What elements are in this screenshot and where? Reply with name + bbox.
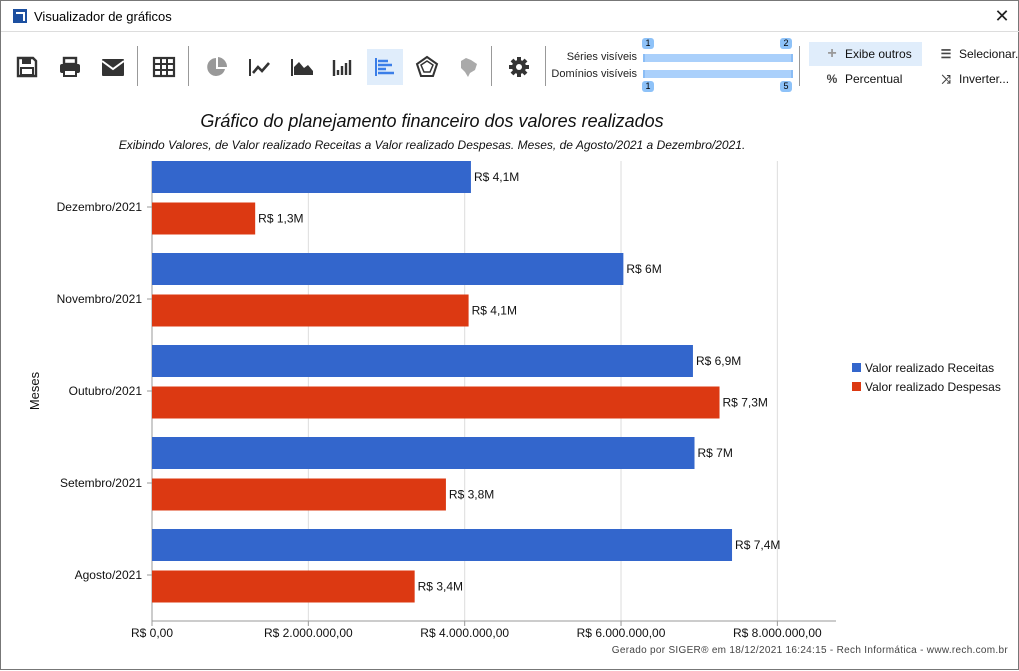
- category-label: Outubro/2021: [69, 384, 143, 398]
- data-label: R$ 7,4M: [735, 538, 780, 552]
- footer-text: Gerado por SIGER® em 18/12/2021 16:24:15…: [611, 645, 1008, 656]
- legend-label: Valor realizado Receitas: [865, 361, 994, 375]
- x-tick-label: R$ 2.000.000,00: [264, 626, 353, 640]
- bar[interactable]: [152, 253, 624, 285]
- data-label: R$ 4,1M: [474, 170, 519, 184]
- data-label: R$ 4,1M: [472, 304, 517, 318]
- legend-swatch: [852, 382, 861, 391]
- bar[interactable]: [152, 161, 471, 193]
- x-tick-label: R$ 8.000.000,00: [733, 626, 822, 640]
- bar[interactable]: [152, 202, 256, 235]
- bar[interactable]: [152, 345, 693, 377]
- bar[interactable]: [152, 478, 446, 511]
- bar[interactable]: [152, 437, 695, 469]
- legend-swatch: [852, 363, 861, 372]
- data-label: R$ 6M: [626, 262, 661, 276]
- bar[interactable]: [152, 386, 720, 419]
- category-label: Novembro/2021: [57, 292, 143, 306]
- category-label: Dezembro/2021: [57, 200, 143, 214]
- category-label: Setembro/2021: [60, 476, 142, 490]
- bar[interactable]: [152, 570, 415, 603]
- data-label: R$ 7M: [698, 446, 733, 460]
- category-label: Agosto/2021: [75, 568, 143, 582]
- y-axis-label: Meses: [27, 371, 42, 410]
- bar[interactable]: [152, 294, 469, 327]
- data-label: R$ 3,4M: [418, 580, 463, 594]
- data-label: R$ 7,3M: [723, 396, 768, 410]
- data-label: R$ 3,8M: [449, 488, 494, 502]
- bar-chart: R$ 0,00 R$ 2.000.000,00 R$ 4.000.000,00 R$ …: [27, 161, 1001, 640]
- x-tick-label: R$ 0,00: [131, 626, 173, 640]
- bar[interactable]: [152, 529, 733, 561]
- x-tick-label: R$ 6.000.000,00: [577, 626, 666, 640]
- data-label: R$ 1,3M: [258, 212, 303, 226]
- data-label: R$ 6,9M: [696, 354, 741, 368]
- legend-label: Valor realizado Despesas: [865, 380, 1001, 394]
- x-tick-label: R$ 4.000.000,00: [420, 626, 509, 640]
